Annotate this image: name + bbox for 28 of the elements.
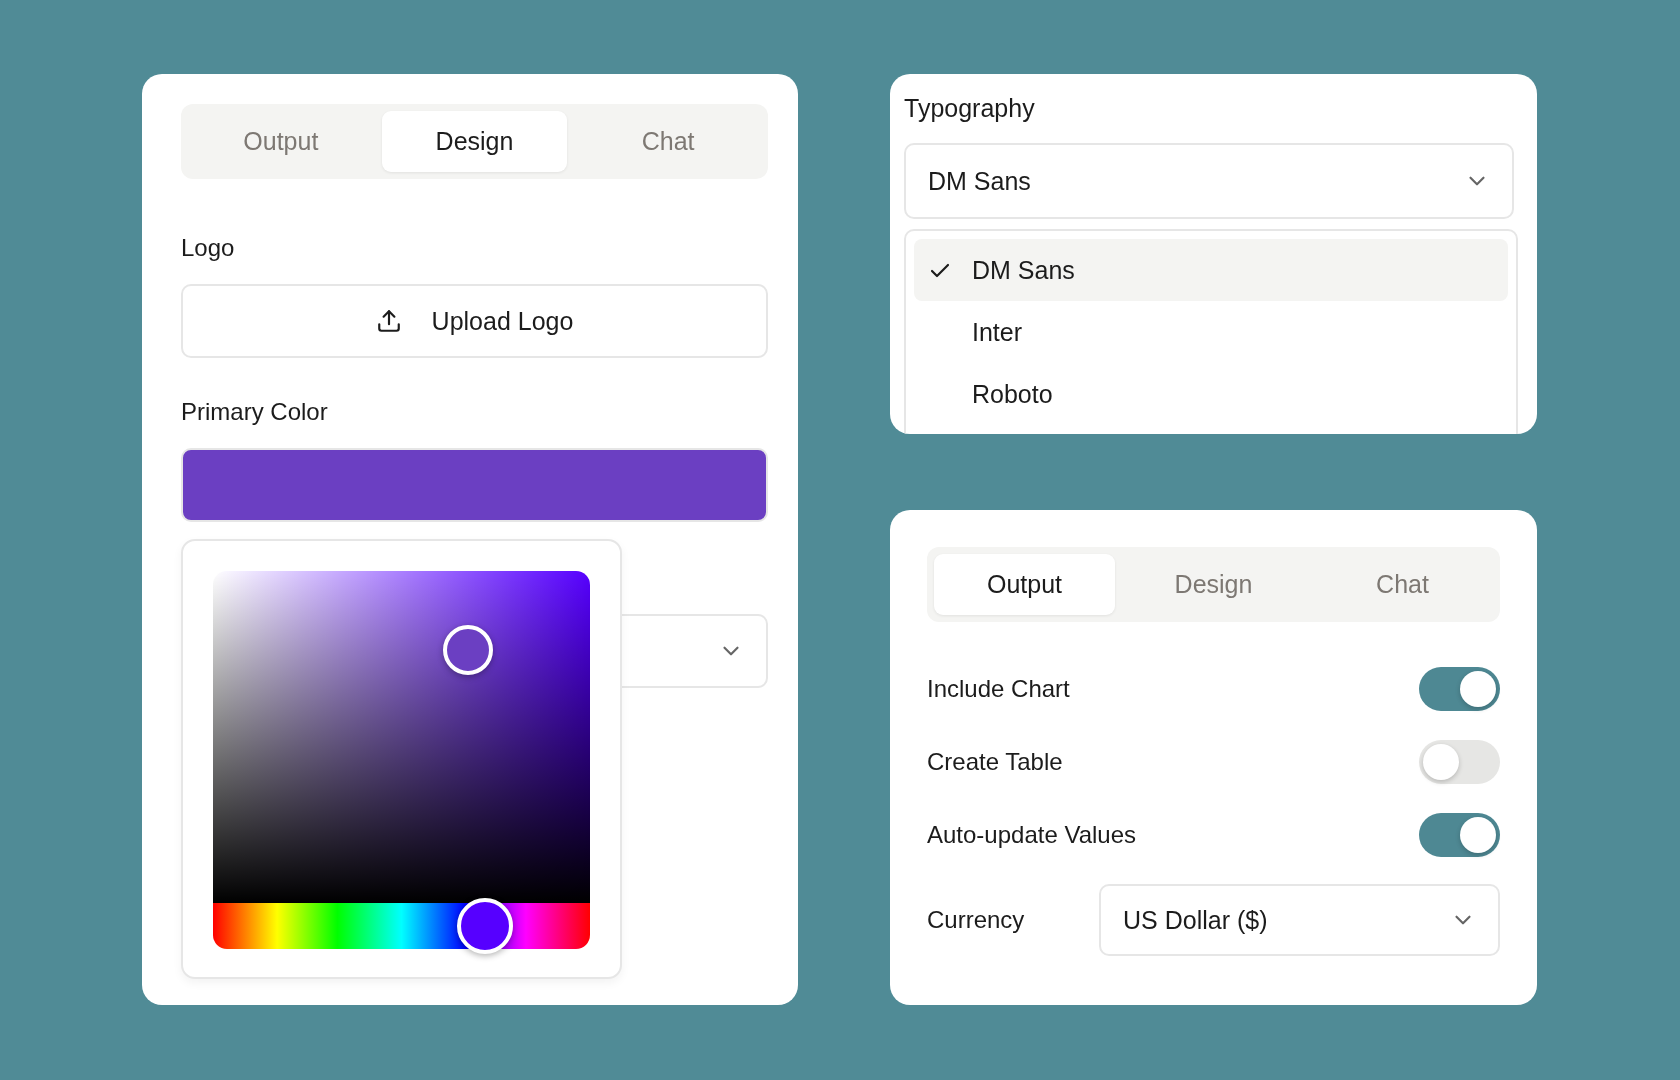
toggle-label: Create Table [927, 748, 1063, 776]
color-thumb[interactable] [442, 625, 493, 676]
toggle-label: Include Chart [927, 675, 1070, 703]
toggle-label: Auto-update Values [927, 821, 1137, 849]
font-select[interactable]: DM Sans [904, 143, 1514, 219]
field-label: Typography [904, 94, 1036, 123]
tab[interactable]: Output [934, 554, 1115, 615]
menu-item[interactable]: DM Sans [914, 239, 1508, 301]
toggle-switch[interactable] [1419, 740, 1500, 784]
color-swatch[interactable] [181, 448, 768, 522]
select-value: DM Sans [928, 166, 1031, 196]
upload-button[interactable]: Upload Logo [181, 284, 768, 358]
tab[interactable]: Chat [575, 111, 761, 172]
toggle-switch[interactable] [1419, 813, 1500, 857]
tab[interactable]: Chat [1312, 554, 1493, 615]
tab[interactable]: Design [1123, 554, 1304, 615]
toggle-switch[interactable] [1419, 667, 1500, 711]
tab[interactable]: Design [381, 111, 568, 172]
currency-select[interactable]: US Dollar ($) [1099, 884, 1500, 956]
select-value: US Dollar ($) [1123, 905, 1268, 935]
upload-icon [375, 308, 402, 334]
menu-item[interactable]: Inter [914, 301, 1508, 363]
menu-item[interactable]: Roboto [914, 363, 1508, 425]
tab[interactable]: Output [188, 111, 374, 172]
field-label: Currency [927, 906, 1026, 934]
field-label: Primary Color [181, 398, 329, 426]
saturation-area[interactable] [213, 571, 590, 903]
field-label: Logo [181, 234, 236, 262]
